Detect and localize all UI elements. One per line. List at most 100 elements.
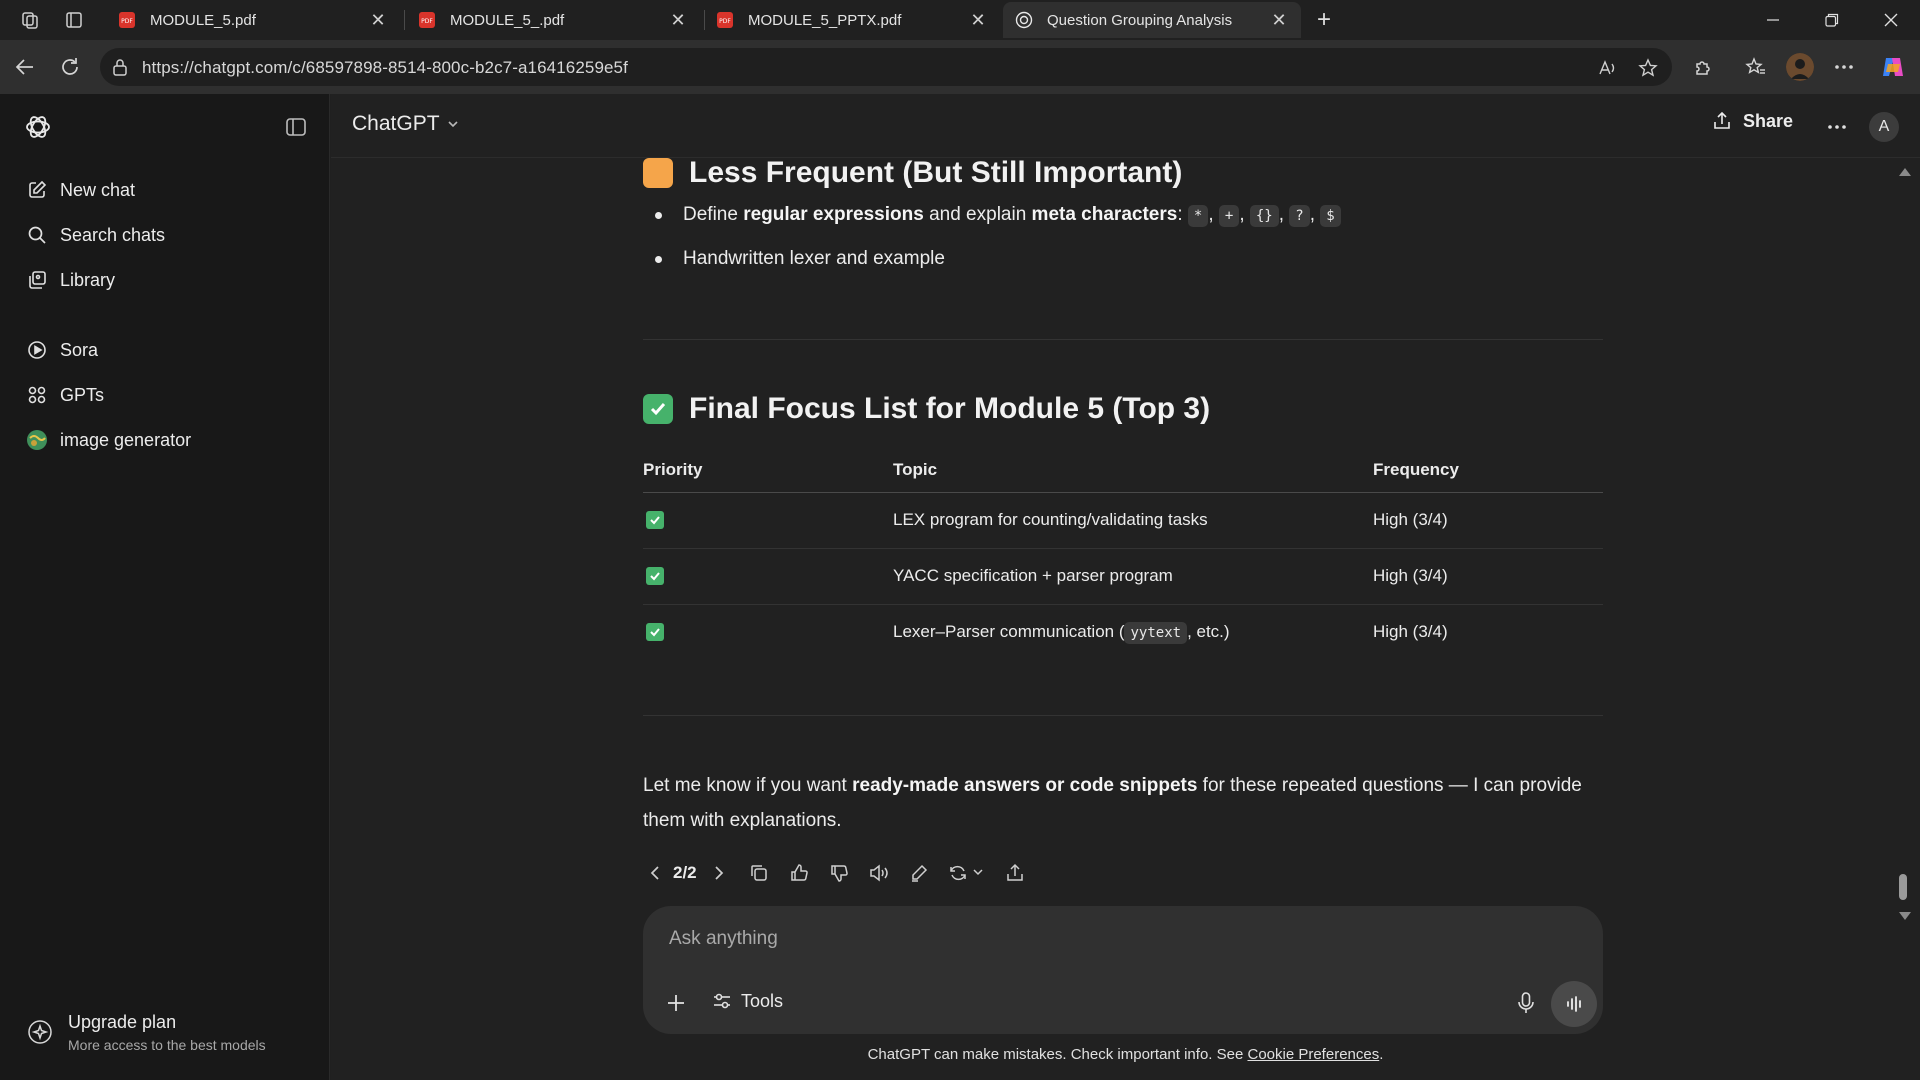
browser-tab-3[interactable]: PDF MODULE_5_PPTX.pdf ✕: [704, 2, 1000, 38]
divider: [643, 339, 1603, 340]
lock-icon[interactable]: [112, 58, 128, 76]
pdf-icon: PDF: [418, 11, 436, 29]
browser-tab-active[interactable]: Question Grouping Analysis ✕: [1003, 2, 1301, 38]
close-tab-icon[interactable]: ✕: [1269, 10, 1289, 30]
tools-button[interactable]: Tools: [711, 990, 783, 1012]
edit-in-canvas-icon[interactable]: [907, 861, 931, 885]
minimize-button[interactable]: [1744, 0, 1802, 40]
upgrade-icon: [26, 1018, 54, 1046]
profile-icon[interactable]: [1786, 53, 1814, 81]
separator: ,: [1208, 204, 1219, 225]
workspaces-icon[interactable]: [18, 8, 42, 32]
closing-paragraph: Let me know if you want ready-made answe…: [643, 768, 1603, 838]
list-item: Handwritten lexer and example: [655, 244, 1341, 288]
check-mark-icon: [646, 623, 664, 642]
thumbs-down-icon[interactable]: [827, 861, 851, 885]
favorite-star-icon[interactable]: [1636, 56, 1660, 80]
tab-title: Question Grouping Analysis: [1047, 11, 1233, 29]
inline-code: yytext: [1124, 622, 1188, 645]
priority-cell: [643, 604, 893, 660]
play-icon: [26, 339, 48, 361]
new-tab-button[interactable]: +: [1310, 6, 1338, 34]
model-selector[interactable]: ChatGPT: [352, 112, 460, 136]
check-mark-icon: [646, 511, 664, 529]
user-avatar[interactable]: A: [1869, 112, 1899, 142]
text-span: , etc.): [1187, 622, 1230, 642]
svg-text:PDF: PDF: [421, 18, 433, 25]
copilot-icon[interactable]: [1879, 53, 1907, 81]
tab-title: MODULE_5_PPTX.pdf: [748, 11, 902, 29]
more-options-icon[interactable]: [1824, 114, 1850, 140]
prompt-input[interactable]: Ask anything: [669, 928, 778, 950]
close-tab-icon[interactable]: ✕: [968, 10, 988, 30]
favorites-icon[interactable]: [1742, 53, 1770, 81]
topic-cell: LEX program for counting/validating task…: [893, 492, 1373, 549]
read-aloud-icon[interactable]: [1596, 56, 1620, 80]
scroll-down-arrow[interactable]: [1898, 910, 1912, 922]
tools-label: Tools: [741, 990, 784, 1011]
orange-square-icon: [643, 158, 673, 188]
close-window-button[interactable]: [1862, 0, 1920, 40]
sidebar-toggle-icon[interactable]: [284, 115, 310, 141]
text-span: Let me know if you want: [643, 775, 853, 796]
microphone-icon[interactable]: [1513, 990, 1539, 1016]
sidebar-item-gpts[interactable]: GPTs: [14, 375, 314, 415]
browser-tab-2[interactable]: PDF MODULE_5_.pdf ✕: [406, 2, 700, 38]
share-message-icon[interactable]: [1003, 861, 1027, 885]
svg-text:PDF: PDF: [121, 18, 133, 25]
chatgpt-icon: [1015, 11, 1033, 29]
search-icon: [26, 224, 48, 246]
scroll-up-arrow[interactable]: [1898, 166, 1912, 178]
sidebar-item-search-chats[interactable]: Search chats: [14, 215, 314, 255]
inline-code: $: [1320, 205, 1341, 227]
copy-icon[interactable]: [747, 861, 771, 885]
priority-cell: [643, 492, 893, 549]
voice-mode-button[interactable]: [1551, 981, 1597, 1027]
sidebar-item-sora[interactable]: Sora: [14, 330, 314, 370]
close-tab-icon[interactable]: ✕: [668, 10, 688, 30]
priority-cell: [643, 548, 893, 605]
sidebar-item-label: Library: [60, 269, 116, 290]
upgrade-title: Upgrade plan: [68, 1011, 177, 1032]
composer[interactable]: Ask anything Tools: [643, 906, 1603, 1034]
table-row: YACC specification + parser program High…: [643, 548, 1603, 605]
sidebar-item-label: GPTs: [60, 384, 105, 405]
frequency-cell: High (3/4): [1373, 492, 1603, 549]
sidebar-item-label: Sora: [60, 339, 99, 360]
thumbs-up-icon[interactable]: [787, 861, 811, 885]
close-tab-icon[interactable]: ✕: [368, 10, 388, 30]
restore-button[interactable]: [1803, 0, 1861, 40]
extensions-icon[interactable]: [1690, 53, 1718, 81]
bold-text: meta characters: [1031, 204, 1178, 225]
sidebar-item-library[interactable]: Library: [14, 260, 314, 300]
upgrade-plan-button[interactable]: Upgrade plan More access to the best mod…: [14, 1004, 314, 1060]
refresh-button[interactable]: [55, 52, 85, 82]
message-actions: 2/2: [643, 858, 1043, 888]
next-response-icon[interactable]: [707, 861, 731, 885]
section-heading-less-frequent: Less Frequent (But Still Important): [643, 156, 1182, 190]
openai-logo-icon[interactable]: [24, 113, 52, 141]
text-span: :: [1177, 204, 1188, 225]
sidebar-item-new-chat[interactable]: New chat: [14, 170, 314, 210]
url-text[interactable]: https://chatgpt.com/c/68597898-8514-800c…: [142, 58, 628, 78]
sidebar-item-label: Search chats: [60, 224, 166, 245]
read-aloud-icon[interactable]: [867, 861, 891, 885]
column-header: Priority: [643, 448, 893, 493]
share-button[interactable]: Share: [1711, 110, 1793, 132]
list-item: Define regular expressions and explain m…: [655, 200, 1341, 244]
regenerate-icon[interactable]: [947, 861, 987, 885]
section-heading-final-focus: Final Focus List for Module 5 (Top 3): [643, 392, 1210, 426]
scrollbar-thumb[interactable]: [1899, 874, 1907, 900]
cookie-preferences-link[interactable]: Cookie Preferences: [1247, 1046, 1379, 1063]
share-icon: [1711, 110, 1733, 132]
browser-menu-icon[interactable]: [1830, 53, 1858, 81]
add-attachment-icon[interactable]: [663, 990, 689, 1016]
address-bar[interactable]: https://chatgpt.com/c/68597898-8514-800c…: [100, 48, 1672, 86]
sidebar-item-label: image generator: [60, 429, 192, 450]
tab-actions-icon[interactable]: [62, 8, 86, 32]
sidebar-item-image-generator[interactable]: image generator: [14, 420, 314, 460]
previous-response-icon[interactable]: [643, 861, 667, 885]
browser-tab-1[interactable]: PDF MODULE_5.pdf ✕: [106, 2, 400, 38]
table-row: Lexer–Parser communication (yytext, etc.…: [643, 604, 1603, 660]
back-button[interactable]: [10, 52, 40, 82]
